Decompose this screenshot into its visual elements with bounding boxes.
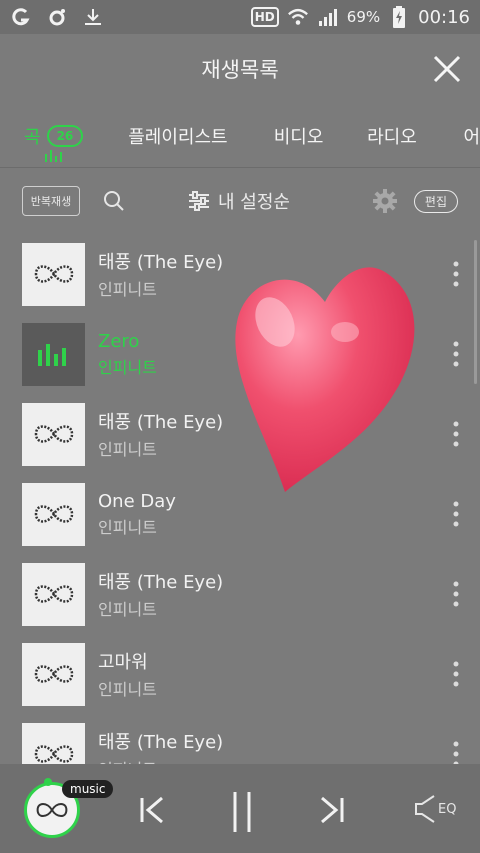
pause-button[interactable] [222, 790, 262, 832]
more-vertical-icon[interactable] [452, 660, 460, 688]
previous-button[interactable] [132, 790, 172, 830]
previous-icon [140, 796, 163, 824]
album-art [22, 322, 85, 386]
battery-icon [388, 6, 410, 28]
list-item[interactable]: 태풍 (The Eye) 인피니트 [0, 554, 480, 634]
hd-badge: HD [250, 7, 279, 27]
more-vertical-icon[interactable] [452, 740, 460, 764]
album-art [22, 722, 85, 764]
list-item[interactable]: 태풍 (The Eye) 인피니트 [0, 714, 480, 764]
album-art [22, 242, 85, 306]
clock: 00:16 [418, 6, 470, 28]
tab-radio[interactable]: 라디오 [367, 123, 463, 149]
playing-indicator-icon [45, 150, 62, 162]
song-title: 태풍 (The Eye) [98, 412, 224, 433]
scrollbar[interactable] [474, 240, 477, 384]
list-item[interactable]: 고마워인피니트 [0, 634, 480, 714]
more-vertical-icon[interactable] [452, 580, 460, 608]
repeat-button[interactable]: 반복재생 [22, 186, 80, 216]
status-bar: HD 69% 00:16 [0, 0, 480, 34]
song-title: 태풍 (The Eye) [98, 732, 224, 753]
song-title: 고마워 [98, 652, 148, 673]
sliders-icon [189, 191, 209, 211]
tab-bar: 곡 26 플레이리스트 비디오 라디오 어 [0, 104, 480, 168]
eq-label: EQ [438, 801, 457, 817]
wifi-icon [287, 6, 309, 28]
song-count-badge: 26 [46, 124, 84, 147]
song-title: 태풍 (The Eye) [98, 252, 224, 273]
close-button[interactable] [432, 54, 462, 84]
more-vertical-icon[interactable] [452, 260, 460, 288]
tab-more[interactable]: 어 [463, 123, 480, 149]
album-art [22, 402, 85, 466]
gear-icon [372, 189, 397, 213]
song-artist: 인피니트 [98, 600, 157, 619]
search-button[interactable] [102, 189, 126, 213]
app-o-icon [46, 6, 68, 28]
next-button[interactable] [312, 790, 352, 830]
song-title: Zero [98, 330, 140, 352]
download-icon [82, 6, 104, 28]
list-toolbar: 반복재생 내 설정순 편집 [0, 168, 480, 234]
mini-player: music EQ [0, 764, 480, 853]
edit-button[interactable]: 편집 [413, 189, 458, 213]
album-art [22, 562, 85, 626]
more-vertical-icon[interactable] [452, 340, 460, 368]
heart-icon [235, 267, 415, 492]
album-art [22, 642, 85, 706]
song-artist: 인피니트 [98, 357, 157, 377]
more-vertical-icon[interactable] [452, 500, 460, 528]
battery-percent: 69% [346, 8, 381, 26]
song-artist: 인피니트 [98, 756, 223, 764]
song-title: One Day [98, 490, 176, 512]
sort-label: 내 설정순 [218, 192, 290, 213]
repeat-label: 반복재생 [30, 195, 72, 208]
search-icon [104, 191, 124, 211]
song-artist: 인피니트 [98, 517, 157, 537]
song-title: 태풍 (The Eye) [98, 572, 224, 593]
sort-selector[interactable]: 내 설정순 [188, 188, 290, 214]
playlist-header: 재생목록 [0, 34, 480, 104]
song-artist: 인피니트 [98, 280, 157, 299]
signal-icon [317, 6, 339, 28]
music-tag: music [62, 780, 114, 798]
equalizer-icon [415, 795, 435, 823]
album-art [22, 482, 85, 546]
settings-button[interactable] [372, 188, 398, 214]
equalizer-button[interactable]: EQ [414, 792, 458, 826]
playing-dot [44, 778, 52, 786]
page-title: 재생목록 [201, 58, 279, 82]
close-icon [433, 55, 461, 83]
tab-songs-label: 곡 [24, 126, 41, 148]
tab-playlist[interactable]: 플레이리스트 [128, 123, 274, 149]
next-icon [321, 796, 344, 824]
song-artist: 인피니트 [98, 680, 157, 699]
app-g-icon [10, 6, 32, 28]
song-artist: 인피니트 [98, 440, 157, 459]
pause-icon [233, 792, 251, 832]
tab-video[interactable]: 비디오 [274, 123, 367, 149]
tab-songs[interactable]: 곡 26 [24, 123, 128, 149]
more-vertical-icon[interactable] [452, 420, 460, 448]
